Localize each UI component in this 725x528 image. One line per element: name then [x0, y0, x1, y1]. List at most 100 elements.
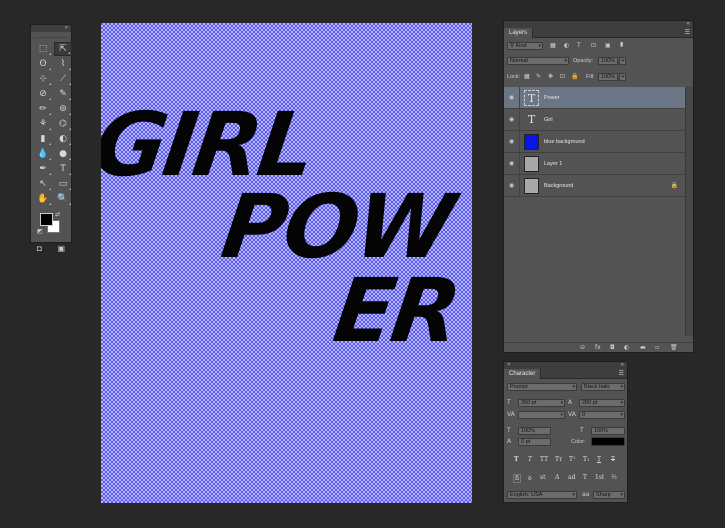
close-icon[interactable]: ×: [507, 362, 511, 369]
lasso-tool-icon[interactable]: ʘ: [34, 57, 52, 71]
layer-name[interactable]: Layer 1: [544, 153, 562, 175]
layers-scrollbar[interactable]: [685, 87, 693, 336]
baseline-shift-input[interactable]: 0 pt: [518, 438, 551, 446]
tab-character[interactable]: Character: [504, 369, 542, 379]
layer-mask-icon[interactable]: ◘: [610, 344, 615, 351]
kerning-select[interactable]: ▾: [518, 411, 565, 419]
quick-mask-icon[interactable]: ◘: [37, 244, 42, 253]
swap-colors-icon[interactable]: ⇄: [55, 211, 60, 218]
eye-icon[interactable]: ◉: [509, 182, 514, 189]
sponge-tool-icon[interactable]: ●: [54, 147, 72, 161]
canvas-text-pow[interactable]: POW: [216, 175, 458, 278]
trash-icon[interactable]: 🗑: [670, 344, 678, 351]
clone-stamp-tool-icon[interactable]: ✏: [34, 102, 52, 116]
filter-toggle-icon[interactable]: ▮: [620, 41, 623, 49]
language-select[interactable]: English: USA ▾: [507, 491, 577, 499]
document-canvas[interactable]: GIRL POW ER: [101, 23, 472, 503]
font-size-input[interactable]: 350 pt ▾: [518, 399, 565, 407]
gradient-tool-icon[interactable]: ▮: [34, 132, 52, 146]
eye-icon[interactable]: ◉: [509, 160, 514, 167]
layer-row-blue-background[interactable]: ◉ blue background: [504, 131, 686, 153]
lock-transparent-icon[interactable]: ▦: [524, 73, 530, 81]
filter-shape-icon[interactable]: ⊡: [591, 42, 596, 50]
opacity-input[interactable]: 100%: [598, 57, 618, 65]
underline-button[interactable]: T: [597, 456, 601, 463]
panel-menu-icon[interactable]: ☰: [685, 29, 690, 36]
faux-bold-button[interactable]: T: [514, 456, 518, 463]
marquee-tool-icon[interactable]: ⬚: [34, 42, 52, 56]
filter-type-icon[interactable]: T: [577, 42, 581, 50]
blur-tool-icon[interactable]: 💧: [34, 147, 52, 161]
lock-all-icon[interactable]: 🔒: [571, 73, 578, 81]
blend-mode-select[interactable]: Normal ▾: [507, 57, 569, 65]
layer-row-power[interactable]: ◉ T Power: [504, 87, 686, 109]
paint-bucket-tool-icon[interactable]: ⌬: [54, 117, 72, 131]
layer-name[interactable]: blue background: [544, 131, 585, 153]
subscript-button[interactable]: T₁: [583, 456, 589, 463]
collapse-icon[interactable]: »: [65, 25, 68, 32]
lock-image-icon[interactable]: ✎: [536, 73, 541, 81]
healing-brush-tool-icon[interactable]: ⊘: [34, 87, 52, 101]
discretionary-ligatures-button[interactable]: st: [540, 474, 546, 481]
layer-filter-select[interactable]: ⚲ Kind ▾: [507, 42, 543, 50]
leading-input[interactable]: 280 pt ▾: [579, 399, 625, 407]
crop-tool-icon[interactable]: ⊹: [34, 72, 52, 86]
eye-icon[interactable]: ◉: [509, 116, 514, 123]
fill-dropdown[interactable]: ▾: [619, 73, 626, 81]
path-selection-tool-icon[interactable]: ↖: [34, 177, 52, 191]
zoom-tool-icon[interactable]: 🔍: [54, 192, 72, 206]
all-caps-button[interactable]: TT: [540, 456, 548, 463]
layer-name[interactable]: Power: [544, 87, 560, 109]
lock-artboard-icon[interactable]: ⊡: [560, 73, 565, 81]
panel-menu-icon[interactable]: ☰: [619, 370, 624, 377]
titling-alternates-button[interactable]: T: [583, 474, 587, 481]
layer-style-icon[interactable]: fx: [595, 344, 601, 351]
eye-icon[interactable]: ◉: [509, 138, 514, 145]
filter-adjustment-icon[interactable]: ◐: [564, 42, 569, 50]
move-tool-icon[interactable]: ⇱: [54, 42, 72, 56]
stylistic-alternates-button[interactable]: ad: [568, 474, 575, 481]
vertical-scale-input[interactable]: 100%: [518, 427, 551, 435]
eye-icon[interactable]: ◉: [509, 94, 514, 101]
quick-selection-tool-icon[interactable]: ⌇: [54, 57, 72, 71]
type-tool-icon[interactable]: T: [54, 162, 72, 176]
opacity-dropdown[interactable]: ▾: [619, 57, 626, 65]
eyedropper-tool-icon[interactable]: ⟋: [54, 72, 72, 86]
layer-name[interactable]: Girl: [544, 109, 553, 131]
group-folder-icon[interactable]: ▬: [640, 344, 646, 351]
superscript-button[interactable]: T¹: [569, 456, 575, 463]
layers-panel-titlebar[interactable]: «: [504, 21, 693, 28]
filter-pixel-icon[interactable]: ▦: [550, 42, 556, 50]
history-brush-tool-icon[interactable]: ⊚: [54, 102, 72, 116]
tab-layers[interactable]: Layers: [504, 28, 534, 38]
collapse-icon[interactable]: «: [621, 362, 624, 369]
eraser-tool-icon[interactable]: ⚘: [34, 117, 52, 131]
layer-row-girl[interactable]: ◉ T Girl: [504, 109, 686, 131]
old-style-button[interactable]: ꝺ: [528, 474, 532, 482]
tools-panel-titlebar[interactable]: »: [31, 25, 71, 32]
fractions-button[interactable]: ½: [611, 474, 617, 481]
anti-alias-select[interactable]: Sharp ▾: [593, 491, 625, 499]
swash-button[interactable]: A: [555, 474, 559, 481]
screen-mode-icon[interactable]: ▣: [57, 244, 65, 253]
strikethrough-button[interactable]: T: [611, 456, 615, 463]
lock-position-icon[interactable]: ✥: [548, 73, 553, 81]
horizontal-scale-input[interactable]: 100%: [591, 427, 625, 435]
canvas-text-er[interactable]: ER: [328, 259, 464, 362]
fill-input[interactable]: 100%: [598, 73, 618, 81]
hand-tool-icon[interactable]: ✋: [34, 192, 52, 206]
rectangle-tool-icon[interactable]: ▭: [54, 177, 72, 191]
small-caps-button[interactable]: Tт: [555, 456, 562, 463]
font-style-select[interactable]: Black Italic ▾: [581, 383, 625, 391]
new-layer-icon[interactable]: ▫: [655, 344, 659, 351]
faux-italic-button[interactable]: T: [528, 456, 532, 463]
link-layers-icon[interactable]: ⊝: [580, 344, 585, 351]
adjustment-layer-icon[interactable]: ◐: [624, 344, 629, 351]
layer-row-background[interactable]: ◉ Background 🔒: [504, 175, 686, 197]
ordinals-button[interactable]: 1st: [595, 474, 604, 481]
tracking-select[interactable]: 0 ▾: [579, 411, 625, 419]
layer-name[interactable]: Background: [544, 175, 573, 197]
character-panel-titlebar[interactable]: × «: [504, 362, 627, 369]
foreground-color-swatch[interactable]: [40, 213, 53, 226]
brush-tool-icon[interactable]: ✎: [54, 87, 72, 101]
